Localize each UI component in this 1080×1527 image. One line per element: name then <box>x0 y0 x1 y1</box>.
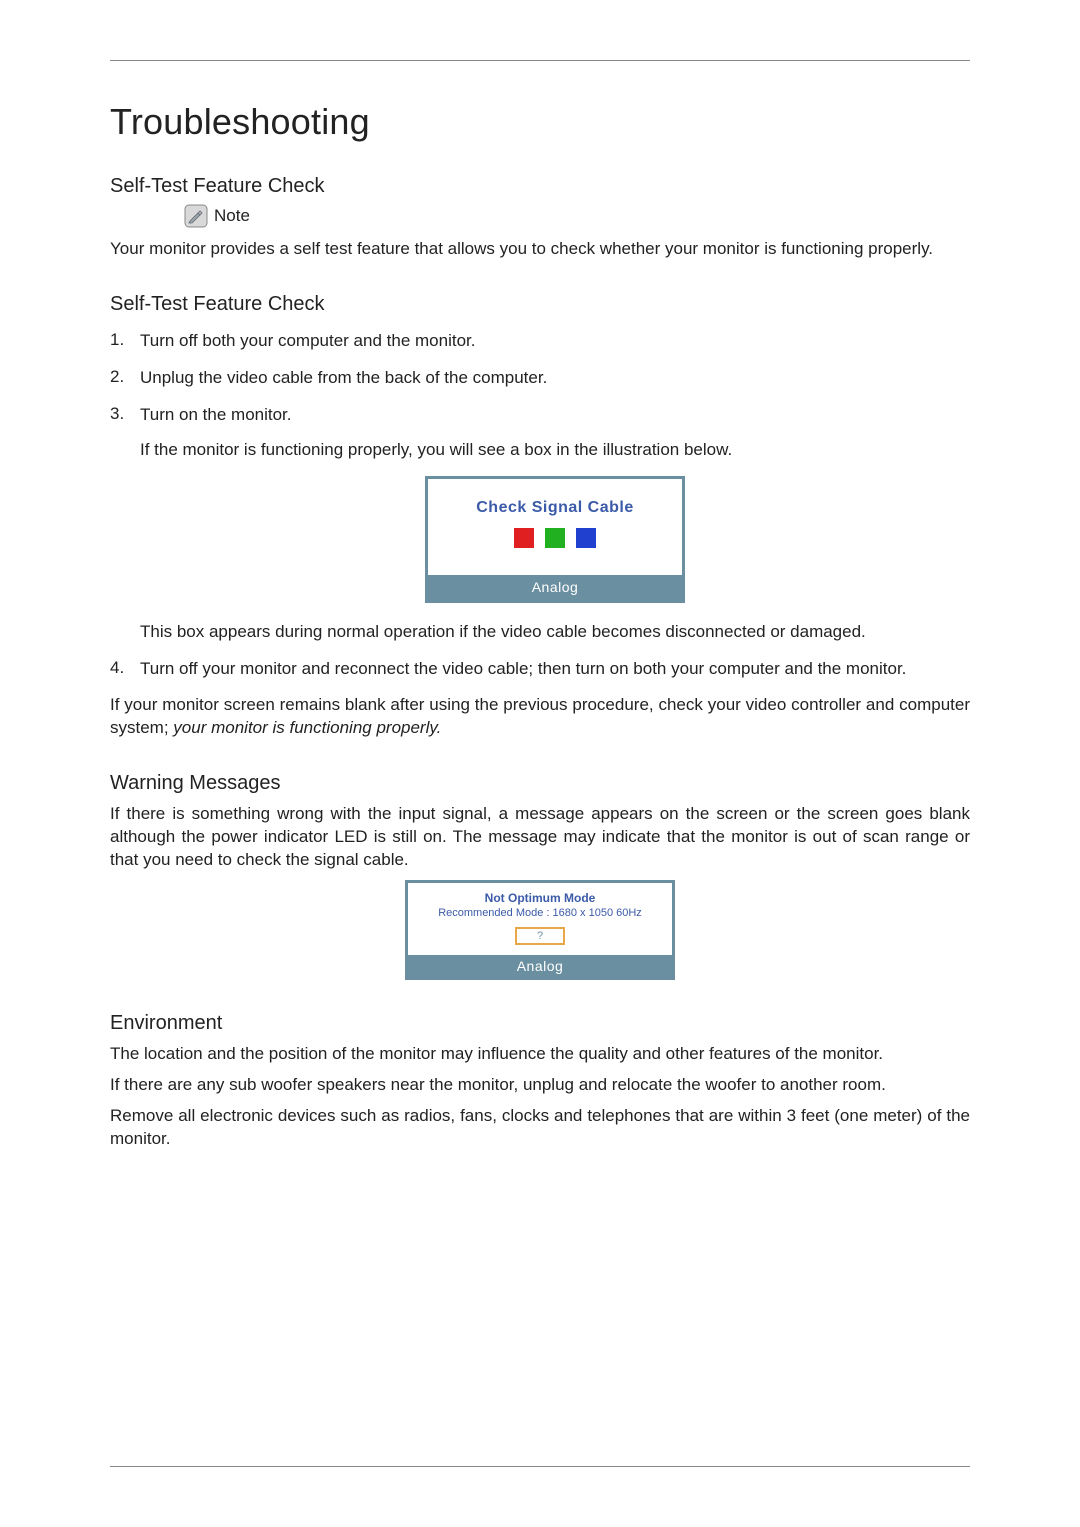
note-label: Note <box>214 206 250 226</box>
warning-body: If there is something wrong with the inp… <box>110 803 970 872</box>
step-3-main: Turn on the monitor. <box>140 405 292 424</box>
note-body: Your monitor provides a self test featur… <box>110 238 970 261</box>
step-text: Turn on the monitor. If the monitor is f… <box>140 404 970 644</box>
illustration2-body: Not Optimum Mode Recommended Mode : 1680… <box>408 883 672 955</box>
illustration2-line2: Recommended Mode : 1680 x 1050 60Hz <box>414 907 666 919</box>
document-page: Troubleshooting Self-Test Feature Check … <box>0 0 1080 1527</box>
illustration-check-signal-cable: Check Signal Cable Analog <box>425 476 685 603</box>
blue-square-icon <box>576 528 596 548</box>
step-text: Turn off your monitor and reconnect the … <box>140 658 970 681</box>
environment-p2: If there are any sub woofer speakers nea… <box>110 1074 970 1097</box>
step-1: 1. Turn off both your computer and the m… <box>110 330 970 353</box>
closing-italic: your monitor is functioning properly. <box>173 718 441 737</box>
red-square-icon <box>514 528 534 548</box>
section-heading-selftest-2: Self-Test Feature Check <box>110 293 970 316</box>
step-number: 4. <box>110 658 140 681</box>
environment-p1: The location and the position of the mon… <box>110 1043 970 1066</box>
illustration-not-optimum-mode: Not Optimum Mode Recommended Mode : 1680… <box>405 880 675 980</box>
rgb-swatches <box>428 528 682 555</box>
step-3: 3. Turn on the monitor. If the monitor i… <box>110 404 970 644</box>
step-4: 4. Turn off your monitor and reconnect t… <box>110 658 970 681</box>
steps-list: 1. Turn off both your computer and the m… <box>110 330 970 681</box>
illustration2-footer: Analog <box>408 955 672 977</box>
illustration2-line1: Not Optimum Mode <box>414 891 666 905</box>
section-heading-environment: Environment <box>110 1012 970 1035</box>
step-number: 1. <box>110 330 140 353</box>
step-3-sub1: If the monitor is functioning properly, … <box>140 439 970 462</box>
section-heading-selftest-1: Self-Test Feature Check <box>110 175 970 198</box>
section-heading-warning: Warning Messages <box>110 772 970 795</box>
green-square-icon <box>545 528 565 548</box>
top-rule <box>110 60 970 61</box>
step-3-sub2: This box appears during normal operation… <box>140 621 970 644</box>
note-pencil-icon <box>184 204 208 228</box>
illustration1-footer: Analog <box>428 575 682 600</box>
illustration2-help-button: ? <box>515 927 565 945</box>
note-row: Note <box>184 204 970 228</box>
bottom-rule <box>110 1466 970 1467</box>
step-text: Turn off both your computer and the moni… <box>140 330 970 353</box>
page-title: Troubleshooting <box>110 101 970 143</box>
step-2: 2. Unplug the video cable from the back … <box>110 367 970 390</box>
illustration1-title: Check Signal Cable <box>428 497 682 519</box>
step-text: Unplug the video cable from the back of … <box>140 367 970 390</box>
illustration-body: Check Signal Cable <box>428 479 682 575</box>
selftest-closing: If your monitor screen remains blank aft… <box>110 694 970 740</box>
environment-p3: Remove all electronic devices such as ra… <box>110 1105 970 1151</box>
step-number: 3. <box>110 404 140 644</box>
step-number: 2. <box>110 367 140 390</box>
